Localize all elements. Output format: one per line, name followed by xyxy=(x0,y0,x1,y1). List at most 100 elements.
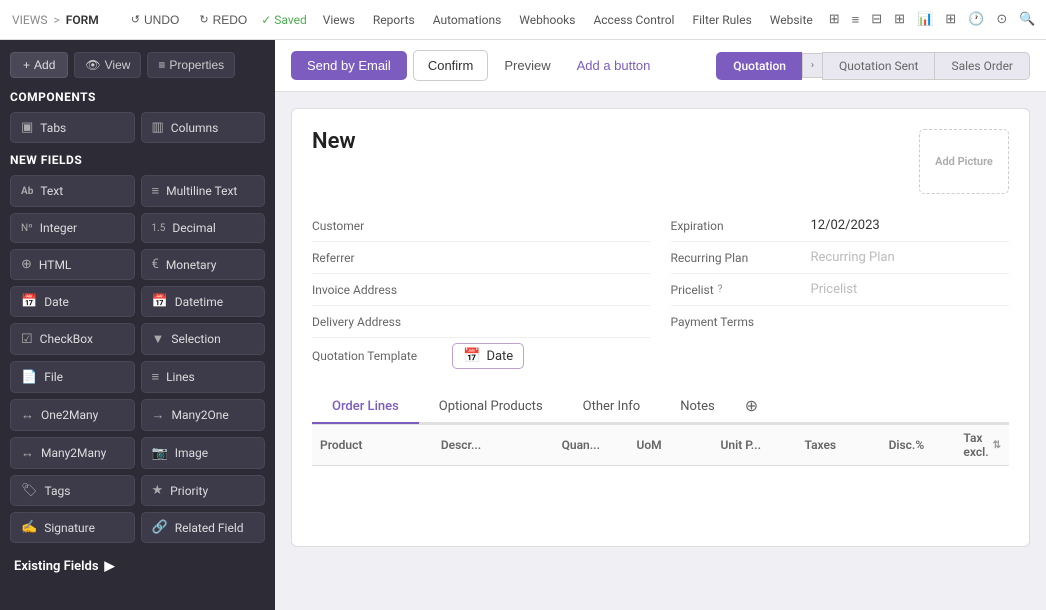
sidebar-item-many2one[interactable]: → Many2One xyxy=(141,399,266,431)
sidebar-item-file[interactable]: 📄 File xyxy=(10,361,135,393)
image-icon: 📷 xyxy=(152,446,168,461)
recurring-plan-value[interactable]: Recurring Plan xyxy=(811,250,1010,265)
field-referrer: Referrer xyxy=(312,242,651,274)
sidebar-item-date[interactable]: 📅 Date xyxy=(10,286,135,317)
status-sales-order[interactable]: Sales Order xyxy=(934,52,1030,80)
related-field-icon: 🔗 xyxy=(152,520,168,535)
existing-fields-section[interactable]: Existing Fields ▶ xyxy=(10,553,265,580)
nav-website[interactable]: Website xyxy=(764,10,819,30)
nav-automations[interactable]: Automations xyxy=(427,10,508,30)
view-button[interactable]: 👁 View xyxy=(74,52,141,78)
sidebar-item-datetime[interactable]: 📅 Datetime xyxy=(141,286,266,317)
status-quotation-sent[interactable]: Quotation Sent xyxy=(822,52,935,80)
recurring-plan-label: Recurring Plan xyxy=(671,251,811,265)
redo-button[interactable]: ↻ REDO xyxy=(193,10,253,30)
table-icon[interactable]: ⊟ xyxy=(867,10,886,29)
file-icon: 📄 xyxy=(21,370,37,385)
th-unit-price: Unit P... xyxy=(713,438,797,452)
tags-icon: 🏷 xyxy=(21,483,38,498)
send-email-button[interactable]: Send by Email xyxy=(291,51,407,80)
confirm-button[interactable]: Confirm xyxy=(413,50,489,81)
referrer-label: Referrer xyxy=(312,251,452,265)
tab-notes[interactable]: Notes xyxy=(660,391,735,424)
form-label: FORM xyxy=(66,13,99,27)
new-fields-grid: Ab Text ≡ Multiline Text Nº Integer 1.5 … xyxy=(10,175,265,543)
sidebar-item-one2many[interactable]: ↔ One2Many xyxy=(10,399,135,431)
add-button[interactable]: + Add xyxy=(10,52,68,78)
properties-button[interactable]: ≡ Properties xyxy=(147,52,235,78)
views-label[interactable]: VIEWS xyxy=(12,13,48,27)
add-tab-button[interactable]: ⊕ xyxy=(735,390,768,422)
nav-webhooks[interactable]: Webhooks xyxy=(513,10,581,30)
sidebar-item-multiline[interactable]: ≡ Multiline Text xyxy=(141,175,266,207)
list-icon[interactable]: ≡ xyxy=(848,10,864,30)
priority-icon: ★ xyxy=(152,483,164,498)
clock-icon[interactable]: 🕐 xyxy=(964,10,988,29)
add-picture-box[interactable]: Add Picture xyxy=(919,129,1009,194)
search-icon[interactable]: 🔍 xyxy=(1015,10,1039,29)
nav-reports[interactable]: Reports xyxy=(367,10,421,30)
undo-icon: ↺ xyxy=(131,13,140,26)
kanban-icon[interactable]: ⊞ xyxy=(890,10,909,29)
tab-optional-products[interactable]: Optional Products xyxy=(419,391,563,424)
sidebar-item-related-field[interactable]: 🔗 Related Field xyxy=(141,512,266,543)
form-record-title: New xyxy=(312,129,356,154)
saved-status: ✓ Saved xyxy=(261,13,307,27)
nav-views[interactable]: Views xyxy=(317,10,361,30)
sidebar-item-checkbox[interactable]: ☑ CheckBox xyxy=(10,323,135,355)
pivot-icon[interactable]: ⊞ xyxy=(941,10,960,29)
nav-filter[interactable]: Filter Rules xyxy=(686,10,757,30)
th-uom: UoM xyxy=(628,438,712,452)
preview-button[interactable]: Preview xyxy=(494,51,560,80)
delivery-address-label: Delivery Address xyxy=(312,315,452,329)
new-fields-title: New Fields xyxy=(10,153,265,167)
field-expiration: Expiration 12/02/2023 xyxy=(671,210,1010,242)
sidebar-item-lines[interactable]: ≡ Lines xyxy=(141,361,266,393)
field-quotation-template: Quotation Template 📅 Date xyxy=(312,338,651,374)
date-icon: 📅 xyxy=(21,294,37,309)
field-invoice-address: Invoice Address xyxy=(312,274,651,306)
customer-label: Customer xyxy=(312,219,452,233)
settings-icon[interactable]: ⊙ xyxy=(992,10,1011,29)
sidebar-item-selection[interactable]: ▼ Selection xyxy=(141,323,266,355)
pricelist-help-icon[interactable]: ? xyxy=(718,284,723,295)
status-quotation[interactable]: Quotation xyxy=(716,52,802,80)
date-widget[interactable]: 📅 Date xyxy=(452,343,524,369)
form-card: New Add Picture Customer Referrer xyxy=(291,108,1030,547)
existing-fields-label: Existing Fields xyxy=(14,559,99,574)
sidebar-item-many2many[interactable]: ↔ Many2Many xyxy=(10,437,135,469)
undo-button[interactable]: ↺ UNDO xyxy=(125,10,186,30)
nav-access[interactable]: Access Control xyxy=(587,10,680,30)
field-payment-terms: Payment Terms xyxy=(671,306,1010,338)
form-container: New Add Picture Customer Referrer xyxy=(275,92,1046,610)
add-button-btn[interactable]: Add a button xyxy=(567,51,661,80)
sidebar-item-text[interactable]: Ab Text xyxy=(10,175,135,207)
sidebar-item-tags[interactable]: 🏷 Tags xyxy=(10,475,135,506)
tab-order-lines[interactable]: Order Lines xyxy=(312,391,419,424)
many2one-icon: → xyxy=(152,407,165,423)
status-bar: Quotation › Quotation Sent Sales Order xyxy=(716,52,1030,80)
chevron-right-icon: ▶ xyxy=(105,559,115,574)
sidebar-item-html[interactable]: ⊕ HTML xyxy=(10,249,135,280)
quotation-template-value[interactable]: 📅 Date xyxy=(452,343,651,369)
sidebar-item-monetary[interactable]: € Monetary xyxy=(141,249,266,280)
table-header: Product Descr... Quan... UoM Unit P... T… xyxy=(312,425,1009,466)
sidebar-item-decimal[interactable]: 1.5 Decimal xyxy=(141,213,266,243)
integer-icon: Nº xyxy=(21,223,33,234)
pricelist-value[interactable]: Pricelist xyxy=(811,282,1010,297)
grid-icon[interactable]: ⊞ xyxy=(825,10,844,29)
expiration-label: Expiration xyxy=(671,219,811,233)
tab-other-info[interactable]: Other Info xyxy=(563,391,661,424)
components-grid: ▣ Tabs ▥ Columns xyxy=(10,112,265,143)
sidebar-item-integer[interactable]: Nº Integer xyxy=(10,213,135,243)
chart-icon[interactable]: 📊 xyxy=(913,10,937,29)
sidebar-item-priority[interactable]: ★ Priority xyxy=(141,475,266,506)
status-arrow1: › xyxy=(802,53,822,78)
view-icons: ⊞ ≡ ⊟ ⊞ 📊 ⊞ 🕐 ⊙ 🔍 xyxy=(825,10,1040,30)
expiration-value[interactable]: 12/02/2023 xyxy=(811,218,1010,233)
sidebar-item-image[interactable]: 📷 Image xyxy=(141,437,266,469)
sidebar-item-signature[interactable]: ✍ Signature xyxy=(10,512,135,543)
sidebar-item-tabs[interactable]: ▣ Tabs xyxy=(10,112,135,143)
sidebar-item-columns[interactable]: ▥ Columns xyxy=(141,112,266,143)
th-product: Product xyxy=(312,438,433,452)
